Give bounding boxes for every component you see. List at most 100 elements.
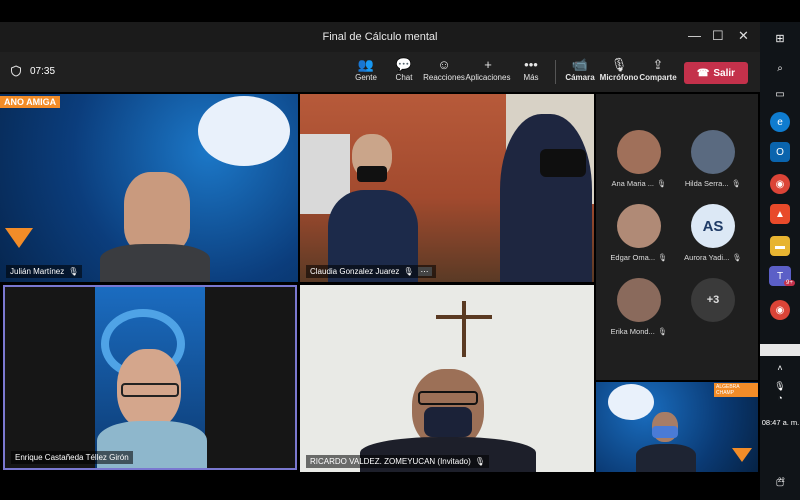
more-button[interactable]: ••• Más xyxy=(507,56,555,82)
meeting-timer: 07:35 xyxy=(10,65,55,77)
mic-muted-icon: 🎙 xyxy=(610,57,628,72)
teams-badge: 9+ xyxy=(784,280,795,286)
outlook-icon[interactable]: O xyxy=(770,142,790,162)
chrome-icon[interactable]: ◉ xyxy=(770,300,790,320)
participant-name: Claudia Gonzalez Juarez xyxy=(310,267,400,276)
chrome-icon[interactable]: ◉ xyxy=(770,174,790,194)
orange-triangle xyxy=(732,448,752,462)
video-tile-active-speaker[interactable]: Enrique Castañeda Téllez Girón xyxy=(3,285,297,470)
share-button[interactable]: ⇪ Comparte xyxy=(634,56,682,82)
participant-name: Julián Martínez xyxy=(10,267,65,276)
app-icon[interactable]: ▲ xyxy=(770,204,790,224)
mic-muted-icon: 🎙 xyxy=(403,267,414,276)
leave-button[interactable]: ☎ Salir xyxy=(684,62,748,84)
mic-muted-icon: 🎙 xyxy=(731,179,742,188)
crucifix-horizontal xyxy=(436,315,492,319)
mic-muted-icon: 🎙 xyxy=(657,179,667,188)
window-title: Final de Cálculo mental xyxy=(322,31,438,43)
task-view-icon[interactable]: ▭ xyxy=(770,84,790,104)
mic-muted-icon: 🎙 xyxy=(658,253,668,262)
participant-name: Ana Maria ... xyxy=(611,179,654,188)
participant-item[interactable]: AS Aurora Yadi... 🎙 xyxy=(678,204,748,262)
participant-name: Hilda Serra... xyxy=(684,179,729,188)
plus-icon: + xyxy=(484,57,492,72)
participant-body xyxy=(100,244,210,282)
mic-muted-icon: 🎙 xyxy=(657,327,668,336)
camera-icon: 📹 xyxy=(571,57,589,72)
more-participants-button[interactable]: +3 xyxy=(678,278,748,322)
more-options-icon[interactable]: ⋯ xyxy=(417,267,432,276)
participant-item[interactable]: Hilda Serra... 🎙 xyxy=(678,130,748,188)
participants-panel: Ana Maria ... 🎙 Hilda Serra... 🎙 Edgar Oma… xyxy=(596,94,758,380)
face-mask xyxy=(357,166,387,182)
leave-label: Salir xyxy=(713,67,736,79)
chat-label: Chat xyxy=(395,73,413,82)
name-tag: Claudia Gonzalez Juarez 🎙 ⋯ xyxy=(306,265,436,278)
mic-muted-icon: 🎙 xyxy=(68,267,79,276)
reactions-icon: ☺ xyxy=(437,57,451,72)
orange-triangle xyxy=(5,228,33,248)
face-mask xyxy=(424,407,472,437)
avatar xyxy=(691,130,735,174)
banner-label: ANO AMIGA xyxy=(0,96,61,108)
teams-meeting-window: Final de Cálculo mental — ☐ ✕ 07:35 👥 Ge… xyxy=(0,0,800,500)
mic-label: Micrófono xyxy=(599,73,639,82)
name-tag: RICARDO VALDEZ. ZOMEYUCAN (Invitado) 🎙 xyxy=(306,455,489,468)
share-icon: ⇪ xyxy=(652,57,664,72)
logo-emblem xyxy=(608,384,654,420)
bottom-strip xyxy=(0,472,760,500)
taskbar-clock: 08:47 a. m. xyxy=(761,418,800,427)
participant-body xyxy=(636,444,696,472)
more-icon: ••• xyxy=(524,57,538,72)
chat-icon: 💬 xyxy=(395,57,413,72)
chevron-up-icon[interactable]: ˄ xyxy=(770,358,790,378)
glasses xyxy=(121,383,179,397)
participant-name: Edgar Oma... xyxy=(610,253,656,262)
name-tag: Julián Martínez 🎙 xyxy=(6,265,83,278)
network-icon[interactable]: ◔ xyxy=(770,388,790,408)
face-mask xyxy=(652,426,678,438)
participant-name: Aurora Yadi... xyxy=(684,253,730,262)
avatar xyxy=(617,130,661,174)
video-tile[interactable]: Claudia Gonzalez Juarez 🎙 ⋯ xyxy=(300,94,594,282)
name-tag: Enrique Castañeda Téllez Girón xyxy=(11,451,133,464)
maximize-button[interactable]: ☐ xyxy=(712,28,724,44)
avatar xyxy=(617,204,661,248)
more-participants-count: +3 xyxy=(691,278,735,322)
timer-text: 07:35 xyxy=(30,65,56,77)
phone-hangup-icon: ☎ xyxy=(696,67,710,79)
title-bar: Final de Cálculo mental — ☐ ✕ xyxy=(0,22,760,52)
crucifix-vertical xyxy=(462,301,466,357)
participant-face xyxy=(124,172,190,252)
avatar: AS xyxy=(691,204,735,248)
logo-emblem xyxy=(198,96,290,166)
apps-button[interactable]: + Aplicaciones xyxy=(464,56,512,82)
edge-icon[interactable]: e xyxy=(770,112,790,132)
search-icon[interactable]: ⌕ xyxy=(770,58,790,78)
reactions-label: Reacciones xyxy=(423,73,465,82)
windows-start-icon[interactable]: ⊞ xyxy=(770,28,790,48)
shield-icon xyxy=(11,65,21,77)
avatar xyxy=(617,278,661,322)
participant-name: Erika Mond... xyxy=(610,327,655,336)
camera-label: Cámara xyxy=(565,73,595,82)
file-explorer-icon[interactable]: ▬ xyxy=(770,236,790,256)
participant-item[interactable]: Ana Maria ... 🎙 xyxy=(604,130,674,188)
video-tile[interactable]: RICARDO VALDEZ. ZOMEYUCAN (Invitado) 🎙 xyxy=(300,285,594,472)
meeting-toolbar: 07:35 👥 Gente 💬 Chat ☺ Reacciones + Apli… xyxy=(0,52,760,92)
mic-muted-icon: 🎙 xyxy=(474,457,485,466)
minimize-button[interactable]: — xyxy=(688,28,701,43)
face-mask xyxy=(540,149,586,177)
participant-name: Enrique Castañeda Téllez Girón xyxy=(15,453,129,462)
scroll-bar[interactable] xyxy=(760,344,800,356)
windows-taskbar: ⊞ ⌕ ▭ e O ◉ ▲ ▬ T 9+ ◉ ˄ 🎙 ◔ ▢ 22 xyxy=(760,22,800,500)
video-tile[interactable]: ANO AMIGA Julián Martínez 🎙 xyxy=(0,94,298,282)
people-icon: 👥 xyxy=(357,57,375,72)
reactions-button[interactable]: ☺ Reacciones xyxy=(420,56,468,82)
participant-item[interactable]: Edgar Oma... 🎙 xyxy=(604,204,674,262)
self-view-tile[interactable]: ALGEBRA CHAMP xyxy=(596,382,758,472)
close-button[interactable]: ✕ xyxy=(738,28,749,44)
participant-name: RICARDO VALDEZ. ZOMEYUCAN (Invitado) xyxy=(310,457,471,466)
participant-item[interactable]: Erika Mond... 🎙 xyxy=(604,278,674,336)
student-body xyxy=(500,114,592,282)
